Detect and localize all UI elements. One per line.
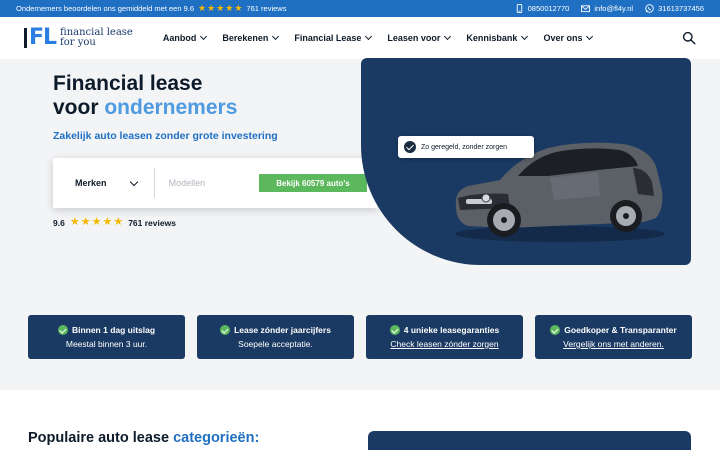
check-icon (220, 325, 231, 335)
star-icon: ★ (207, 3, 216, 13)
chevron-down-icon (521, 32, 529, 41)
phone-icon (516, 4, 522, 13)
star-icon: ★ (80, 216, 91, 228)
usp-title: 4 unieke leasegaranties (389, 325, 500, 335)
chevron-down-icon (444, 32, 452, 41)
star-icon: ★ (234, 3, 243, 13)
email-address: info@fl4y.nl (594, 4, 634, 13)
rating-stars: ★ ★ ★ ★ ★ (198, 4, 242, 13)
usp-title: Goedkoper & Transparanter (550, 325, 677, 335)
usp-title: Lease zónder jaarcijfers (220, 325, 331, 335)
main-nav: Aanbod Berekenen Financial Lease Leasen … (162, 32, 594, 43)
nav-item-financial-lease[interactable]: Financial Lease (294, 32, 373, 43)
phone-number: 0850012770 (527, 4, 570, 13)
usp-link-vergelijk[interactable]: Vergelijk ons met anderen. (563, 339, 664, 349)
site-logo[interactable]: FL financial lease for you (24, 27, 133, 49)
nav-item-kennisbank[interactable]: Kennisbank (466, 32, 529, 43)
review-text: Ondernemers beoordelen ons gemiddeld met… (16, 4, 195, 13)
hero-subtitle: Zakelijk auto leasen zonder grote invest… (53, 130, 278, 142)
chevron-down-icon (272, 32, 280, 41)
whatsapp-number: 31613737456 (658, 4, 704, 13)
model-select[interactable]: Modellen (167, 178, 259, 188)
nav-label: Financial Lease (294, 33, 362, 43)
hero-tagline-text: Zo geregeld, zonder zorgen (421, 143, 507, 151)
nav-item-berekenen[interactable]: Berekenen (222, 32, 280, 43)
check-icon (57, 325, 68, 335)
logo-text: financial lease for you (60, 28, 133, 48)
car-search-box: Merken Modellen Bekijk 60579 auto's (53, 158, 377, 208)
review-count[interactable]: 761 reviews (246, 4, 286, 13)
email-link[interactable]: info@fl4y.nl (581, 4, 633, 13)
brand-select[interactable]: Merken (75, 177, 154, 188)
nav-label: Over ons (543, 33, 583, 43)
star-icon: ★ (102, 216, 113, 228)
check-icon (404, 141, 416, 153)
main-header: FL financial lease for you Aanbod Bereke… (0, 17, 720, 59)
chevron-down-icon (586, 32, 594, 41)
view-cars-button[interactable]: Bekijk 60579 auto's (258, 174, 368, 192)
chevron-down-icon (200, 32, 208, 41)
mail-icon (581, 5, 591, 13)
nav-item-aanbod[interactable]: Aanbod (162, 32, 208, 43)
popular-title-accent: categorieën: (173, 430, 260, 446)
usp-link-garanties[interactable]: Check leasen zónder zorgen (390, 339, 498, 349)
nav-label: Berekenen (222, 33, 269, 43)
rating-stars: ★ ★ ★ ★ ★ (70, 217, 123, 228)
star-icon: ★ (113, 216, 124, 228)
nav-label: Kennisbank (466, 33, 518, 43)
hero-title-line-1: Financial lease (53, 72, 203, 95)
check-icon (389, 325, 400, 335)
top-bar: Ondernemers beoordelen ons gemiddeld met… (0, 0, 720, 17)
popular-title: Populaire auto lease categorieën: (28, 430, 259, 446)
chevron-down-icon (129, 177, 138, 186)
review-summary: Ondernemers beoordelen ons gemiddeld met… (16, 4, 286, 14)
nav-label: Leasen voor (387, 33, 441, 43)
usp-row: Binnen 1 dag uitslag Meestal binnen 3 uu… (28, 315, 692, 359)
rating-score: 9.6 (53, 217, 65, 228)
search-icon[interactable] (682, 31, 696, 45)
rating-count[interactable]: 761 reviews (128, 218, 176, 228)
usp-title-text: Lease zónder jaarcijfers (234, 325, 331, 335)
check-icon (550, 325, 561, 335)
brand-select-value: Merken (75, 178, 107, 188)
usp-subtitle: Meestal binnen 3 uur. (65, 339, 148, 349)
hero-rating: 9.6 ★ ★ ★ ★ ★ 761 reviews (53, 217, 176, 228)
nav-item-leasen-voor[interactable]: Leasen voor (387, 32, 452, 43)
search-divider (153, 168, 155, 198)
chevron-down-icon (365, 32, 373, 41)
logo-mark: FL (24, 27, 57, 49)
phone-link[interactable]: 0850012770 (515, 4, 570, 13)
star-icon: ★ (198, 3, 207, 13)
usp-title-text: Binnen 1 dag uitslag (71, 325, 156, 335)
usp-subtitle: Soepele acceptatie. (238, 339, 313, 349)
whatsapp-icon (645, 4, 654, 13)
hero-tagline-badge: Zo geregeld, zonder zorgen (398, 136, 534, 158)
hero-title-prefix: voor (53, 96, 105, 119)
popular-title-prefix: Populaire auto lease (28, 430, 174, 446)
usp-title-text: 4 unieke leasegaranties (403, 325, 500, 335)
usp-card: Binnen 1 dag uitslag Meestal binnen 3 uu… (28, 315, 185, 359)
popular-card (368, 431, 691, 450)
nav-item-over-ons[interactable]: Over ons (543, 32, 594, 43)
hero-title-accent: ondernemers (104, 96, 238, 119)
usp-card: 4 unieke leasegaranties Check leasen zón… (366, 315, 523, 359)
nav-label: Aanbod (162, 33, 197, 43)
usp-card: Goedkoper & Transparanter Vergelijk ons … (535, 315, 692, 359)
star-icon: ★ (225, 3, 234, 13)
star-icon: ★ (216, 3, 225, 13)
whatsapp-link[interactable]: 31613737456 (645, 4, 704, 13)
hero-title: Financial lease voor ondernemers (53, 72, 237, 120)
logo-line-2: for you (60, 37, 96, 48)
usp-title-text: Goedkoper & Transparanter (564, 325, 677, 335)
usp-title: Binnen 1 dag uitslag (57, 325, 156, 335)
usp-card: Lease zónder jaarcijfers Soepele accepta… (197, 315, 354, 359)
star-icon: ★ (69, 216, 80, 228)
star-icon: ★ (91, 216, 102, 228)
